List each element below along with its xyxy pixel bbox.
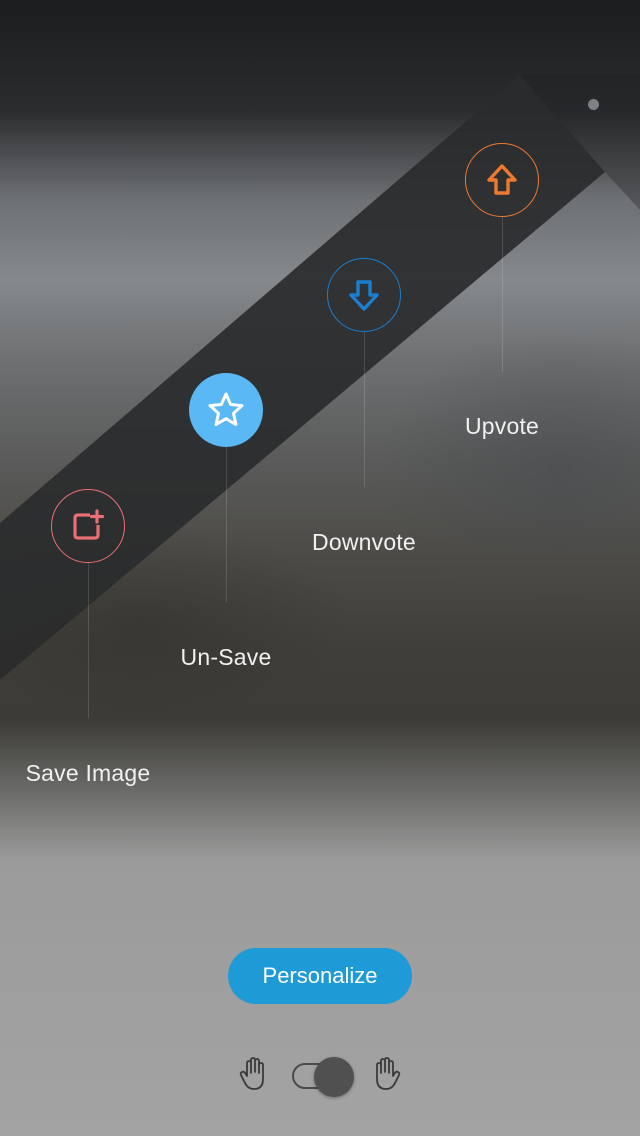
save-image-button[interactable] [51,489,125,563]
downvote-label: Downvote [312,529,416,555]
upvote-button[interactable] [465,143,539,217]
save-image-label: Save Image [25,760,151,786]
handedness-toggle[interactable] [292,1057,354,1097]
toggle-knob[interactable] [314,1057,354,1097]
personalize-button[interactable]: Personalize [228,948,412,1004]
left-hand-icon[interactable] [238,1056,270,1092]
un-save-stem [226,447,227,602]
arrow-up-icon [487,164,517,195]
star-icon [208,392,244,426]
un-save-button[interactable] [189,373,263,447]
right-hand-icon[interactable] [370,1056,402,1092]
save-image-stem [88,563,89,718]
arrow-down-icon [349,280,379,311]
downvote-stem [364,332,365,487]
page-indicator-dot [588,99,599,110]
add-image-icon [73,509,105,540]
downvote-button[interactable] [327,258,401,332]
upvote-label: Upvote [464,413,540,439]
un-save-label: Un-Save [180,644,272,670]
upvote-stem [502,217,503,372]
